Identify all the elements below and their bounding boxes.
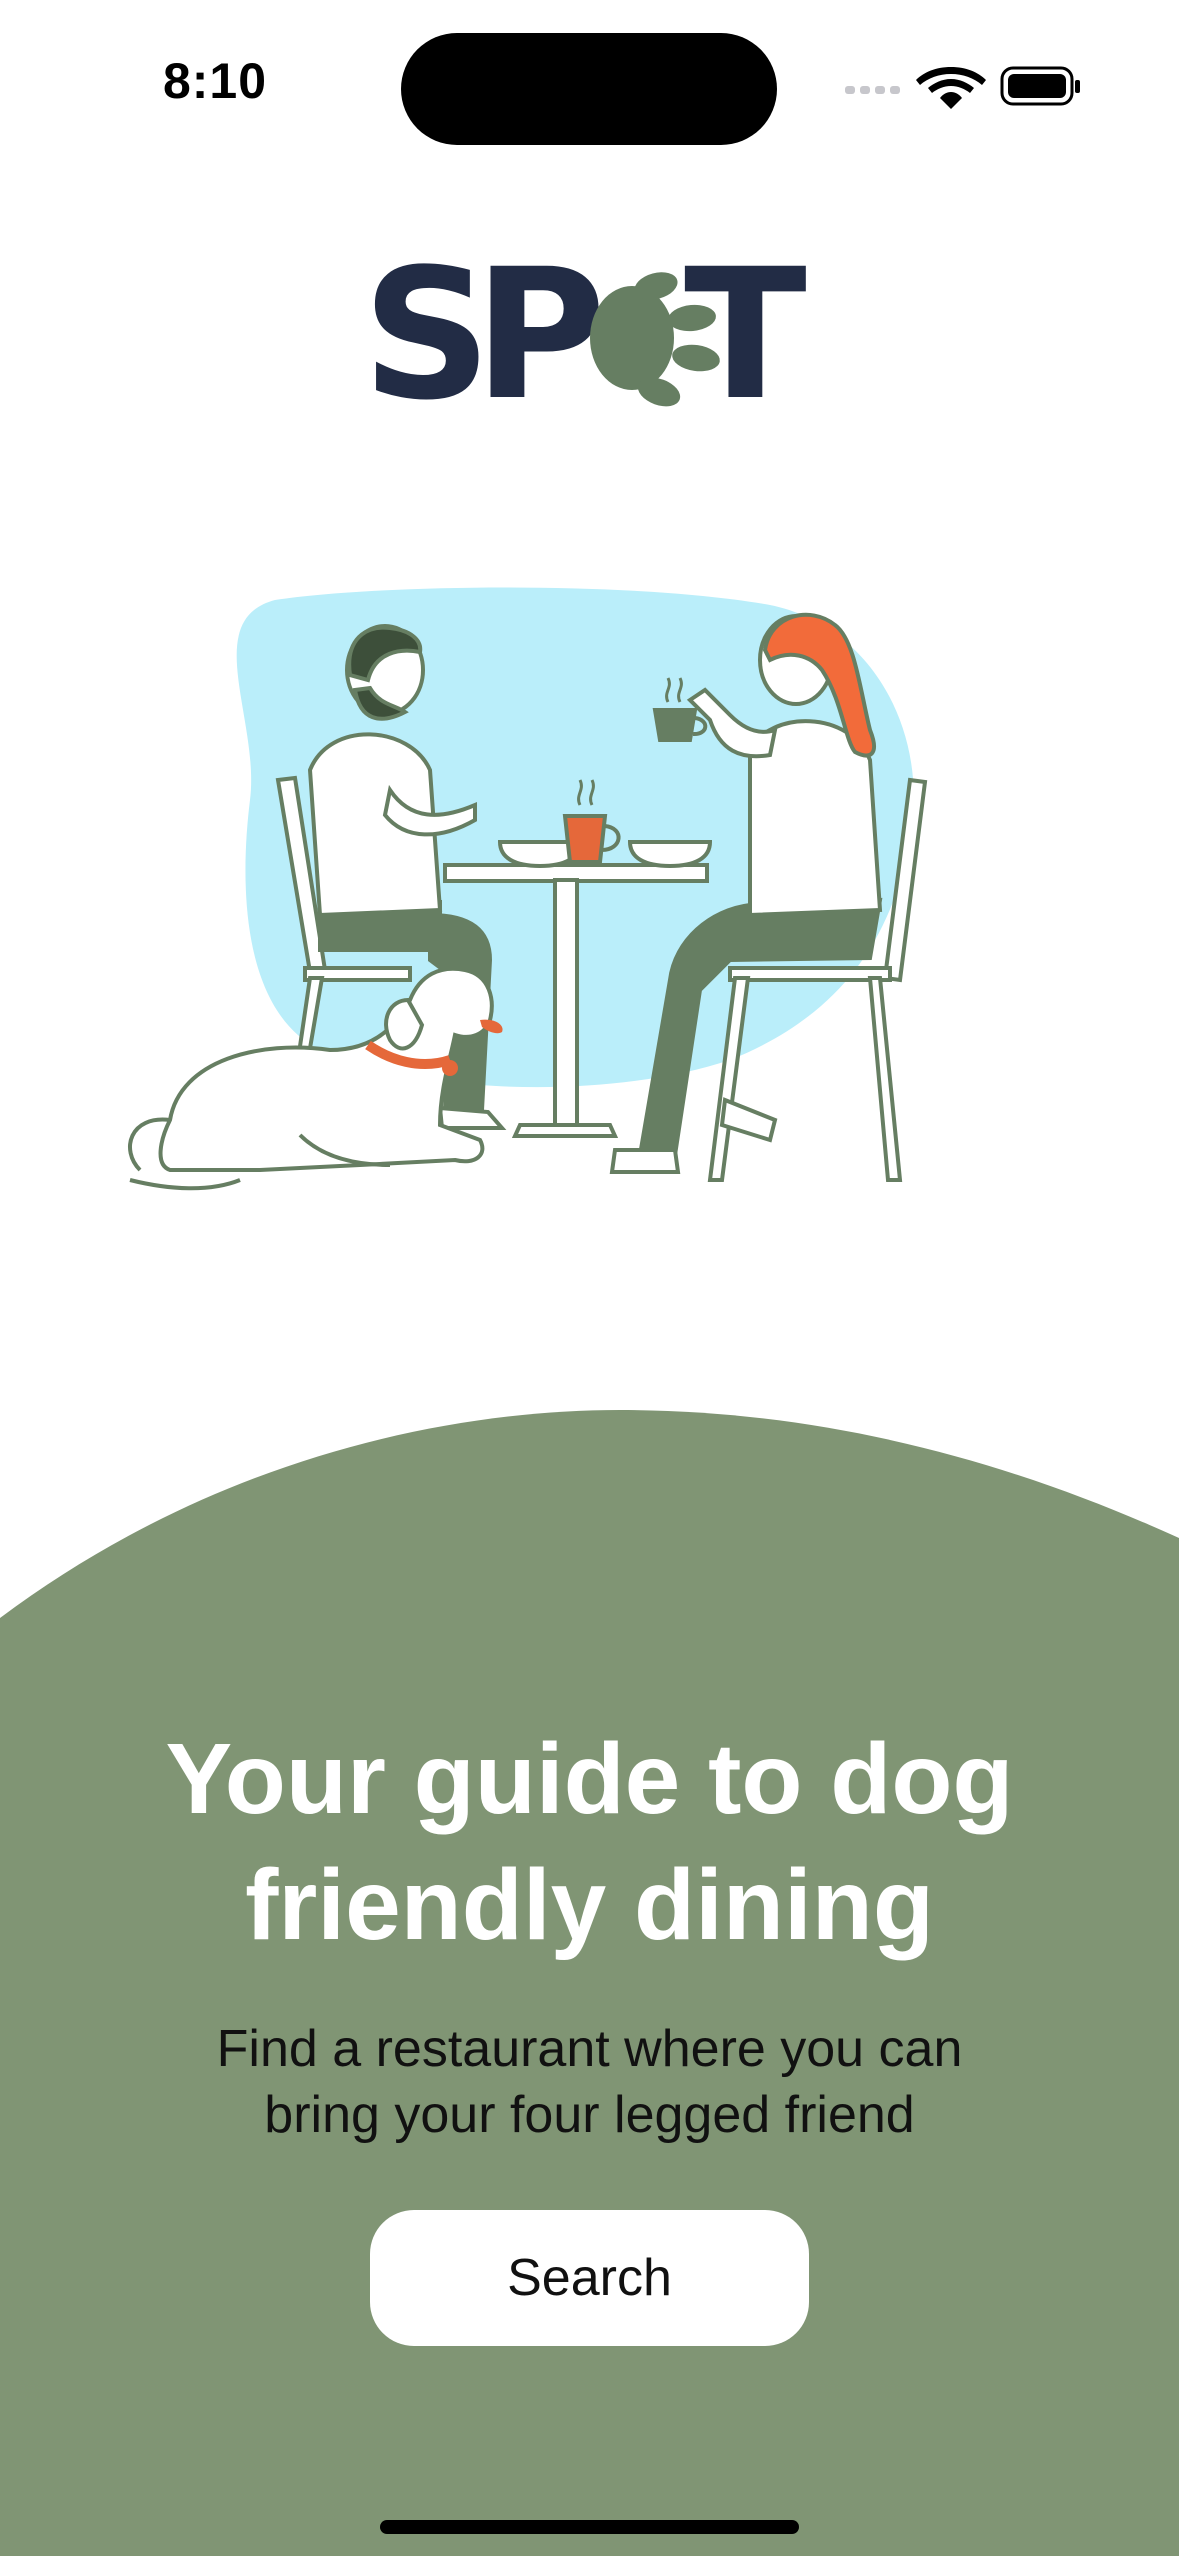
home-indicator[interactable] (380, 2520, 799, 2534)
green-panel (0, 1410, 1179, 2556)
dynamic-island (401, 33, 777, 145)
dining-illustration (128, 587, 928, 1191)
status-icons (845, 66, 1080, 109)
logo-letter-p: P (474, 262, 606, 412)
search-button[interactable]: Search (370, 2210, 809, 2346)
wifi-icon (916, 67, 986, 109)
subtitle-line-2: bring your four legged friend (264, 2086, 915, 2144)
cellular-signal-icon (845, 86, 900, 94)
headline-line-2: friendly dining (245, 1849, 934, 1961)
subtitle-line-1: Find a restaurant where you can (216, 2020, 963, 2078)
logo-letter-t: T (684, 262, 807, 412)
logo-letter-s: S (362, 262, 492, 412)
spot-logo: S P T (362, 262, 807, 412)
headline-line-1: Your guide to dog (165, 1723, 1014, 1835)
status-bar: 8:10 (0, 0, 1179, 160)
subtitle: Find a restaurant where you can bring yo… (130, 2016, 1049, 2148)
status-time: 8:10 (162, 53, 268, 109)
battery-icon (1000, 66, 1080, 106)
headline: Your guide to dog friendly dining (90, 1716, 1089, 1968)
